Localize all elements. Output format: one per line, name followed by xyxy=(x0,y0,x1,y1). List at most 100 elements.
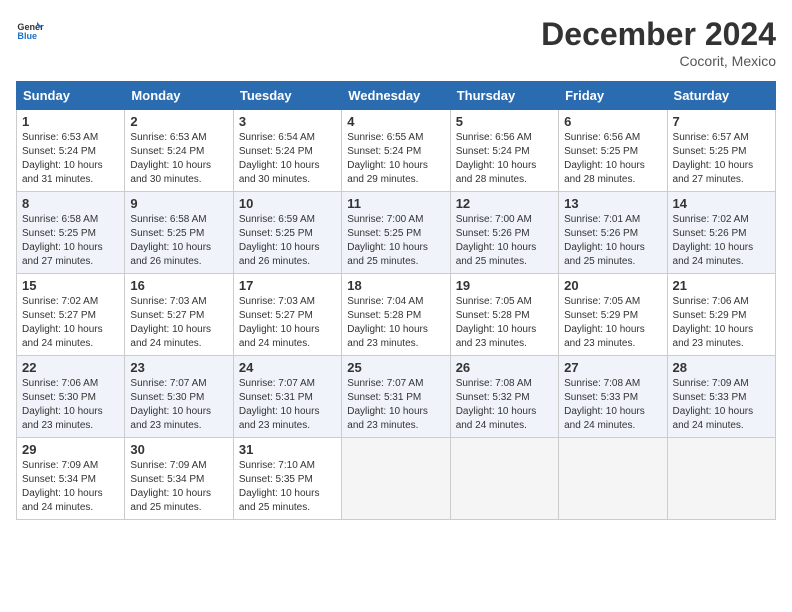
day-number: 3 xyxy=(239,114,336,129)
logo: General Blue xyxy=(16,16,44,44)
day-info: Sunrise: 7:05 AM Sunset: 5:28 PM Dayligh… xyxy=(456,295,553,351)
day-info: Sunrise: 7:07 AM Sunset: 5:31 PM Dayligh… xyxy=(347,377,444,433)
day-info: Sunrise: 6:54 AM Sunset: 5:24 PM Dayligh… xyxy=(239,131,336,187)
day-info: Sunrise: 7:01 AM Sunset: 5:26 PM Dayligh… xyxy=(564,213,661,269)
day-number: 18 xyxy=(347,278,444,293)
day-number: 15 xyxy=(22,278,119,293)
table-row: 15 Sunrise: 7:02 AM Sunset: 5:27 PM Dayli… xyxy=(17,274,125,356)
table-row: 2 Sunrise: 6:53 AM Sunset: 5:24 PM Daylig… xyxy=(125,110,233,192)
col-saturday: Saturday xyxy=(667,82,775,110)
day-number: 21 xyxy=(673,278,770,293)
day-number: 2 xyxy=(130,114,227,129)
day-number: 20 xyxy=(564,278,661,293)
day-number: 31 xyxy=(239,442,336,457)
table-row: 13 Sunrise: 7:01 AM Sunset: 5:26 PM Dayli… xyxy=(559,192,667,274)
day-number: 23 xyxy=(130,360,227,375)
table-row: 24 Sunrise: 7:07 AM Sunset: 5:31 PM Dayli… xyxy=(233,356,341,438)
day-number: 22 xyxy=(22,360,119,375)
col-friday: Friday xyxy=(559,82,667,110)
day-info: Sunrise: 7:06 AM Sunset: 5:29 PM Dayligh… xyxy=(673,295,770,351)
table-row: 19 Sunrise: 7:05 AM Sunset: 5:28 PM Dayli… xyxy=(450,274,558,356)
logo-icon: General Blue xyxy=(16,16,44,44)
col-sunday: Sunday xyxy=(17,82,125,110)
table-row: 3 Sunrise: 6:54 AM Sunset: 5:24 PM Daylig… xyxy=(233,110,341,192)
day-info: Sunrise: 7:05 AM Sunset: 5:29 PM Dayligh… xyxy=(564,295,661,351)
table-row: 4Sunrise: 6:55 AM Sunset: 5:24 PM Daylig… xyxy=(342,110,450,192)
day-number: 7 xyxy=(673,114,770,129)
table-row: 22 Sunrise: 7:06 AM Sunset: 5:30 PM Dayli… xyxy=(17,356,125,438)
day-info: Sunrise: 7:00 AM Sunset: 5:25 PM Dayligh… xyxy=(347,213,444,269)
table-row: 20 Sunrise: 7:05 AM Sunset: 5:29 PM Dayli… xyxy=(559,274,667,356)
table-row xyxy=(450,438,558,520)
table-row xyxy=(559,438,667,520)
day-info: Sunrise: 7:07 AM Sunset: 5:31 PM Dayligh… xyxy=(239,377,336,433)
day-info: Sunrise: 7:09 AM Sunset: 5:34 PM Dayligh… xyxy=(130,459,227,515)
day-info: Sunrise: 6:53 AM Sunset: 5:24 PM Dayligh… xyxy=(130,131,227,187)
day-info: Sunrise: 6:56 AM Sunset: 5:24 PM Dayligh… xyxy=(456,131,553,187)
table-row: 8 Sunrise: 6:58 AM Sunset: 5:25 PM Daylig… xyxy=(17,192,125,274)
day-info: Sunrise: 7:02 AM Sunset: 5:27 PM Dayligh… xyxy=(22,295,119,351)
header-row: Sunday Monday Tuesday Wednesday Thursday… xyxy=(17,82,776,110)
day-info: Sunrise: 6:58 AM Sunset: 5:25 PM Dayligh… xyxy=(22,213,119,269)
day-info: Sunrise: 7:03 AM Sunset: 5:27 PM Dayligh… xyxy=(239,295,336,351)
day-number: 11 xyxy=(347,196,444,211)
month-title: December 2024 xyxy=(541,16,776,53)
col-tuesday: Tuesday xyxy=(233,82,341,110)
calendar-table: Sunday Monday Tuesday Wednesday Thursday… xyxy=(16,81,776,520)
day-number: 14 xyxy=(673,196,770,211)
day-number: 17 xyxy=(239,278,336,293)
calendar-week-row: 22 Sunrise: 7:06 AM Sunset: 5:30 PM Dayli… xyxy=(17,356,776,438)
table-row: 7 Sunrise: 6:57 AM Sunset: 5:25 PM Daylig… xyxy=(667,110,775,192)
day-info: Sunrise: 7:06 AM Sunset: 5:30 PM Dayligh… xyxy=(22,377,119,433)
table-row: 31Sunrise: 7:10 AM Sunset: 5:35 PM Dayli… xyxy=(233,438,341,520)
table-row: 23 Sunrise: 7:07 AM Sunset: 5:30 PM Dayli… xyxy=(125,356,233,438)
day-info: Sunrise: 7:08 AM Sunset: 5:33 PM Dayligh… xyxy=(564,377,661,433)
day-number: 28 xyxy=(673,360,770,375)
day-number: 30 xyxy=(130,442,227,457)
day-number: 4 xyxy=(347,114,444,129)
day-info: Sunrise: 7:09 AM Sunset: 5:34 PM Dayligh… xyxy=(22,459,119,515)
table-row: 12 Sunrise: 7:00 AM Sunset: 5:26 PM Dayli… xyxy=(450,192,558,274)
day-number: 1 xyxy=(22,114,119,129)
table-row: 27Sunrise: 7:08 AM Sunset: 5:33 PM Dayli… xyxy=(559,356,667,438)
table-row: 6 Sunrise: 6:56 AM Sunset: 5:25 PM Daylig… xyxy=(559,110,667,192)
day-number: 6 xyxy=(564,114,661,129)
day-number: 29 xyxy=(22,442,119,457)
day-number: 13 xyxy=(564,196,661,211)
svg-text:Blue: Blue xyxy=(17,31,37,41)
header: General Blue December 2024 Cocorit, Mexi… xyxy=(16,16,776,69)
table-row: 10 Sunrise: 6:59 AM Sunset: 5:25 PM Dayli… xyxy=(233,192,341,274)
day-number: 8 xyxy=(22,196,119,211)
table-row xyxy=(342,438,450,520)
calendar-week-row: 15 Sunrise: 7:02 AM Sunset: 5:27 PM Dayli… xyxy=(17,274,776,356)
table-row: 28Sunrise: 7:09 AM Sunset: 5:33 PM Dayli… xyxy=(667,356,775,438)
day-info: Sunrise: 6:59 AM Sunset: 5:25 PM Dayligh… xyxy=(239,213,336,269)
day-number: 26 xyxy=(456,360,553,375)
day-number: 24 xyxy=(239,360,336,375)
day-info: Sunrise: 6:57 AM Sunset: 5:25 PM Dayligh… xyxy=(673,131,770,187)
table-row: 30 Sunrise: 7:09 AM Sunset: 5:34 PM Dayli… xyxy=(125,438,233,520)
day-info: Sunrise: 7:00 AM Sunset: 5:26 PM Dayligh… xyxy=(456,213,553,269)
day-info: Sunrise: 7:03 AM Sunset: 5:27 PM Dayligh… xyxy=(130,295,227,351)
table-row: 26 Sunrise: 7:08 AM Sunset: 5:32 PM Dayli… xyxy=(450,356,558,438)
day-info: Sunrise: 6:56 AM Sunset: 5:25 PM Dayligh… xyxy=(564,131,661,187)
day-number: 10 xyxy=(239,196,336,211)
table-row: 16Sunrise: 7:03 AM Sunset: 5:27 PM Dayli… xyxy=(125,274,233,356)
day-number: 5 xyxy=(456,114,553,129)
day-info: Sunrise: 7:08 AM Sunset: 5:32 PM Dayligh… xyxy=(456,377,553,433)
day-number: 9 xyxy=(130,196,227,211)
col-wednesday: Wednesday xyxy=(342,82,450,110)
day-number: 12 xyxy=(456,196,553,211)
location-subtitle: Cocorit, Mexico xyxy=(541,53,776,69)
table-row: 11 Sunrise: 7:00 AM Sunset: 5:25 PM Dayli… xyxy=(342,192,450,274)
day-number: 19 xyxy=(456,278,553,293)
calendar-week-row: 29 Sunrise: 7:09 AM Sunset: 5:34 PM Dayli… xyxy=(17,438,776,520)
col-thursday: Thursday xyxy=(450,82,558,110)
calendar-week-row: 1 Sunrise: 6:53 AM Sunset: 5:24 PM Daylig… xyxy=(17,110,776,192)
day-info: Sunrise: 7:04 AM Sunset: 5:28 PM Dayligh… xyxy=(347,295,444,351)
title-area: December 2024 Cocorit, Mexico xyxy=(541,16,776,69)
day-info: Sunrise: 7:07 AM Sunset: 5:30 PM Dayligh… xyxy=(130,377,227,433)
table-row: 18 Sunrise: 7:04 AM Sunset: 5:28 PM Dayli… xyxy=(342,274,450,356)
table-row: 29 Sunrise: 7:09 AM Sunset: 5:34 PM Dayli… xyxy=(17,438,125,520)
table-row: 17 Sunrise: 7:03 AM Sunset: 5:27 PM Dayli… xyxy=(233,274,341,356)
